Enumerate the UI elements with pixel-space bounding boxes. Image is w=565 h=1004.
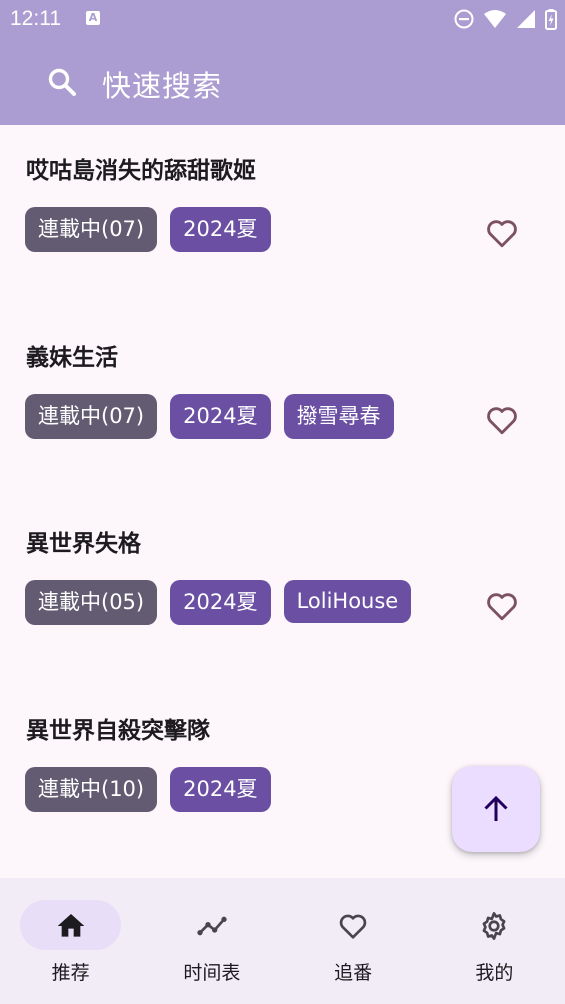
tag-row: 連載中(07) 2024夏: [25, 207, 271, 252]
anime-title: 異世界自殺突擊隊: [26, 718, 210, 744]
nav-item-following[interactable]: 追番: [283, 878, 424, 1004]
list-item[interactable]: 義妹生活 連載中(07) 2024夏 撥雪尋春: [0, 312, 565, 498]
fansub-tag: 撥雪尋春: [283, 394, 394, 439]
status-bar: 12:11 A: [0, 0, 565, 38]
battery-icon: [545, 8, 557, 30]
anime-title: 異世界失格: [26, 531, 141, 557]
status-icons: [454, 8, 557, 30]
season-tag: 2024夏: [170, 207, 271, 252]
tag-row: 連載中(10) 2024夏: [25, 767, 271, 812]
scroll-to-top-button[interactable]: [452, 766, 540, 852]
heart-icon: [339, 914, 367, 939]
nav-item-schedule[interactable]: 时间表: [141, 878, 282, 1004]
season-tag: 2024夏: [170, 394, 271, 439]
anime-title: 哎咕島消失的舔甜歌姬: [26, 158, 256, 184]
home-icon: [57, 914, 84, 937]
list-item[interactable]: 哎咕島消失的舔甜歌姬 連載中(07) 2024夏: [0, 125, 565, 311]
nav-item-profile[interactable]: 我的: [424, 878, 565, 1004]
status-tag: 連載中(05): [25, 580, 158, 625]
signal-icon: [517, 10, 535, 28]
notification-badge: A: [86, 11, 100, 25]
status-tag: 連載中(07): [25, 207, 158, 252]
search-input[interactable]: 快速搜索: [102, 63, 222, 105]
anime-title: 義妹生活: [26, 345, 118, 371]
bottom-navigation: 推荐 时间表 追番 我的: [0, 878, 565, 1004]
favorite-heart-icon[interactable]: [484, 402, 520, 438]
nav-item-recommend[interactable]: 推荐: [0, 878, 141, 1004]
arrow-up-icon: [484, 795, 508, 821]
tag-row: 連載中(05) 2024夏 LoliHouse: [25, 580, 412, 625]
status-time: 12:11: [10, 7, 61, 30]
app-bar: 快速搜索: [0, 38, 565, 125]
nav-label: 时间表: [183, 962, 241, 984]
search-icon[interactable]: [46, 66, 78, 98]
nav-label: 推荐: [51, 962, 90, 984]
status-tag: 連載中(10): [25, 767, 158, 812]
season-tag: 2024夏: [170, 767, 271, 812]
trend-line-icon: [197, 916, 227, 936]
nav-label: 我的: [475, 962, 514, 984]
favorite-heart-icon[interactable]: [484, 215, 520, 251]
status-tag: 連載中(07): [25, 394, 158, 439]
fansub-tag: LoliHouse: [283, 580, 412, 623]
tag-row: 連載中(07) 2024夏 撥雪尋春: [25, 394, 394, 439]
wifi-icon: [484, 10, 506, 28]
gear-icon: [482, 912, 506, 940]
list-item[interactable]: 異世界失格 連載中(05) 2024夏 LoliHouse: [0, 498, 565, 684]
season-tag: 2024夏: [170, 580, 271, 625]
dnd-icon: [454, 9, 474, 29]
nav-label: 追番: [334, 962, 373, 984]
favorite-heart-icon[interactable]: [484, 588, 520, 624]
